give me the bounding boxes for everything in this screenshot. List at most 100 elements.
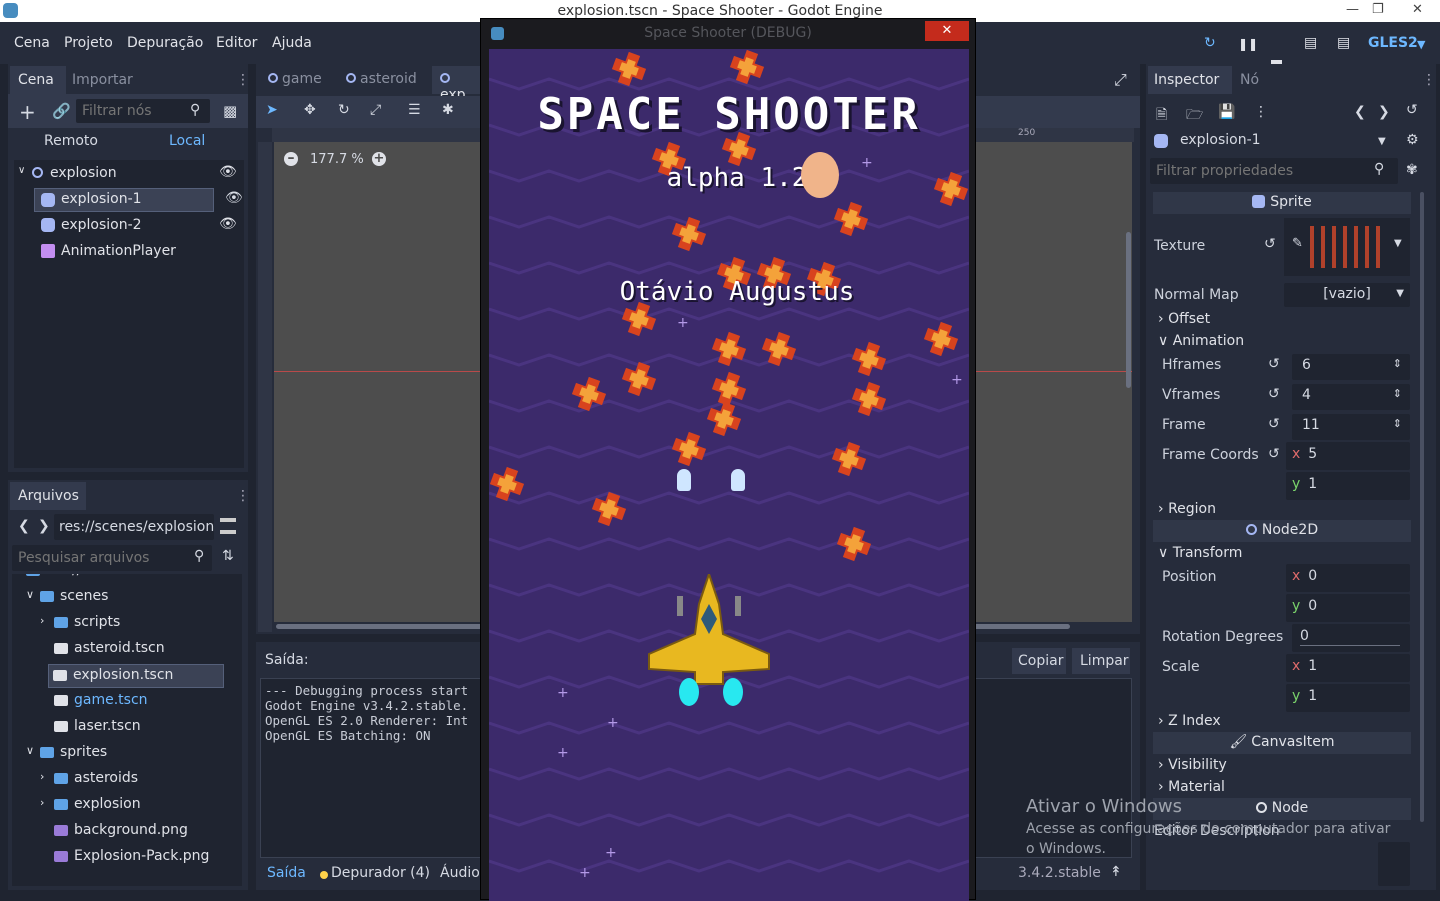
frame-coords-x[interactable]: x5 [1286, 442, 1410, 470]
menu-editor[interactable]: Editor [216, 35, 257, 51]
next-object-icon[interactable]: ❯ [1378, 104, 1390, 120]
position-y[interactable]: y0 [1286, 594, 1410, 622]
reload-icon[interactable]: ↻ [1204, 35, 1216, 51]
tab-audio[interactable]: Áudio [440, 865, 480, 881]
expand-arrow-icon[interactable]: ∨ [26, 744, 34, 757]
scale-tool-icon[interactable]: ⤢ [370, 102, 381, 118]
tab-game[interactable]: game [268, 71, 322, 87]
file-item[interactable]: › scripts [12, 612, 242, 636]
chevron-down-icon[interactable]: ▼ [1378, 136, 1386, 147]
revert-icon[interactable]: ↺ [1268, 446, 1280, 462]
object-name[interactable]: explosion-1 [1180, 132, 1261, 148]
play-scene-icon[interactable]: ▤ [1304, 35, 1317, 51]
list-tool-icon[interactable]: ☰ [408, 102, 421, 118]
file-item[interactable]: background.png [12, 820, 242, 844]
tab-explosion[interactable]: exp [432, 66, 482, 103]
region-group[interactable]: › Region [1158, 501, 1216, 517]
back-icon[interactable]: ❮ [18, 518, 30, 534]
close-icon[interactable]: ✕ [925, 21, 969, 41]
rotation-slider[interactable]: 0 [1292, 624, 1410, 652]
zoom-level[interactable]: 177.7 % [310, 152, 364, 167]
save-icon[interactable]: 💾 [1218, 104, 1235, 120]
tab-depurador[interactable]: Depurador (4) [331, 865, 430, 881]
pause-icon[interactable]: ❚❚ [1238, 37, 1258, 51]
file-item[interactable]: asteroid.tscn [12, 638, 242, 662]
eye-icon[interactable]: 👁 [225, 190, 243, 206]
maximize-icon[interactable]: ❐ [1372, 2, 1384, 17]
tab-asteroid[interactable]: asteroid [346, 71, 417, 87]
open-folder-icon[interactable]: 🗁 [1186, 104, 1203, 128]
hframes-spinbox[interactable]: 6 ⇕ [1292, 354, 1410, 380]
file-item[interactable]: explosion.tscn [48, 664, 224, 688]
inspector-scrollbar[interactable] [1420, 192, 1424, 822]
filter-properties-input[interactable] [1150, 158, 1398, 184]
tab-saida[interactable]: Saída [267, 865, 306, 881]
tree-node-animationplayer[interactable]: AnimationPlayer [34, 240, 244, 264]
revert-icon[interactable]: ↺ [1268, 356, 1280, 372]
revert-icon[interactable]: ↺ [1264, 236, 1276, 252]
tab-importar[interactable]: Importar [72, 72, 133, 88]
expand-arrow-icon[interactable]: ∨ [12, 574, 20, 575]
tree-node-explosion[interactable]: ∨ explosion 👁 [14, 162, 244, 186]
v-scrollbar[interactable] [1126, 232, 1131, 388]
expand-arrow-icon[interactable]: › [40, 770, 44, 783]
zindex-group[interactable]: › Z Index [1158, 713, 1221, 729]
menu-depuracao[interactable]: Depuração [127, 35, 203, 51]
normal-map-value[interactable]: [vazio] ▼ [1284, 283, 1410, 307]
eye-icon[interactable]: 👁 [219, 164, 237, 180]
file-item[interactable]: ∨ sprites [12, 742, 242, 766]
link-icon[interactable]: 🔗 [52, 102, 71, 120]
renderer-select[interactable]: GLES2 [1368, 35, 1418, 51]
copy-button[interactable]: Copiar [1012, 648, 1066, 674]
tree-node-explosion-2[interactable]: explosion-2 👁 [34, 214, 244, 238]
tab-arquivos[interactable]: Arquivos [10, 482, 86, 510]
revert-icon[interactable]: ↺ [1268, 386, 1280, 402]
animation-group[interactable]: ∨ Animation [1158, 333, 1244, 349]
fullscreen-icon[interactable]: ⤢ [1114, 70, 1127, 90]
menu-ajuda[interactable]: Ajuda [272, 35, 312, 51]
dock-menu-icon[interactable]: ⋮ [236, 488, 250, 504]
search-files-input[interactable] [12, 545, 212, 571]
tab-cena[interactable]: Cena [10, 66, 66, 94]
prev-object-icon[interactable]: ❮ [1354, 104, 1366, 120]
expand-arrow-icon[interactable]: ∨ [26, 588, 34, 601]
instance-scene-icon[interactable]: ▩ [223, 102, 237, 120]
menu-cena[interactable]: Cena [14, 35, 50, 51]
zoom-out-icon[interactable]: – [284, 151, 298, 166]
remote-button[interactable]: Remoto [44, 133, 98, 149]
property-tools-icon[interactable]: ✾ [1406, 162, 1418, 178]
file-item[interactable]: Explosion-Pack.png [12, 846, 242, 870]
dock-menu-icon[interactable]: ⋮ [1422, 72, 1436, 88]
pivot-tool-icon[interactable]: ✱ [442, 102, 454, 118]
pin-bottom-icon[interactable]: ↟ [1110, 864, 1122, 880]
offset-group[interactable]: › Offset [1158, 311, 1210, 327]
material-group[interactable]: › Material [1158, 779, 1225, 795]
history-icon[interactable]: ↺ [1406, 102, 1418, 118]
move-tool-icon[interactable]: ✥ [304, 102, 316, 118]
file-item[interactable]: ∨ res:// [12, 574, 242, 584]
close-icon[interactable]: ✕ [1412, 2, 1423, 17]
dock-menu-icon[interactable]: ⋮ [236, 72, 250, 88]
expand-arrow-icon[interactable]: › [40, 796, 44, 809]
new-resource-icon[interactable]: 🗎 [1156, 104, 1167, 128]
expand-arrow-icon[interactable]: › [40, 614, 44, 627]
file-item[interactable]: game.tscn [12, 690, 242, 714]
tab-no[interactable]: Nó [1240, 72, 1259, 88]
add-node-icon[interactable]: + [19, 100, 36, 124]
frame-coords-y[interactable]: y1 [1286, 472, 1410, 500]
frame-spinbox[interactable]: 11 ⇕ [1292, 414, 1410, 440]
scale-y[interactable]: y1 [1286, 684, 1410, 712]
minimize-icon[interactable]: — [1346, 2, 1359, 17]
more-icon[interactable]: ⋮ [1254, 104, 1268, 120]
local-button[interactable]: Local [169, 133, 205, 149]
sort-icon[interactable]: ⇅ [222, 548, 234, 564]
forward-icon[interactable]: ❯ [38, 518, 50, 534]
zoom-in-icon[interactable]: + [372, 152, 386, 166]
tree-node-explosion-1[interactable]: explosion-1 [34, 188, 214, 212]
texture-preview[interactable]: ✎ ▼ [1284, 218, 1410, 276]
position-x[interactable]: x0 [1286, 564, 1410, 592]
rotate-tool-icon[interactable]: ↻ [338, 102, 350, 118]
game-viewport[interactable]: + + + + + + + + SPACE SHOOTER alpha 1.2 Otávio … [489, 49, 969, 901]
scale-x[interactable]: x1 [1286, 654, 1410, 682]
eye-icon[interactable]: 👁 [219, 216, 237, 232]
